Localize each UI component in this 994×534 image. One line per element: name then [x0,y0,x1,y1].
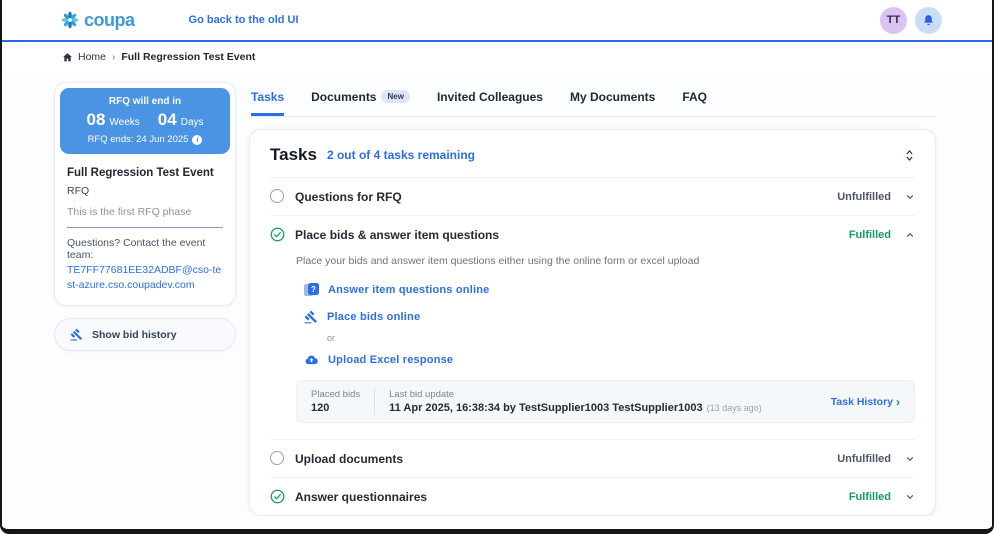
app-window: coupa Go back to the old UI TT Home › Fu… [0,0,994,534]
event-phase-note: This is the first RFQ phase [67,206,192,218]
home-icon [63,52,72,61]
gavel-icon [70,328,83,341]
status-badge: Unfulfilled [837,190,891,203]
chevron-down-icon[interactable] [905,192,915,202]
task-questions-for-rfq[interactable]: Questions for RFQ Unfulfilled [270,178,915,215]
tab-my-documents[interactable]: My Documents [570,84,655,116]
breadcrumb-home-label: Home [78,51,107,63]
status-badge: Unfulfilled [837,452,891,465]
expand-collapse-icon [906,149,913,161]
last-bid-update-label: Last bid update [389,389,455,400]
user-avatar[interactable]: TT [880,6,907,34]
tab-tasks[interactable]: Tasks [251,84,285,116]
status-badge: Fulfilled [848,228,891,241]
gavel-icon [304,310,317,324]
status-badge: Fulfilled [848,490,891,503]
last-bid-update-ago: (13 days ago) [706,403,762,413]
coupa-logo-text: coupa [84,9,135,30]
event-sidebar: RFQ will end in 08 Weeks 04 Days RFQ end… [54,82,236,516]
tab-faq[interactable]: FAQ [682,84,707,116]
question-form-icon: ? [304,283,319,297]
notifications-button[interactable] [915,6,942,34]
show-bid-history-button[interactable]: Show bid history [54,318,236,352]
answer-item-questions-link[interactable]: ? Answer item questions online [304,283,915,297]
task-place-bids[interactable]: Place bids & answer item questions Fulfi… [270,216,915,253]
breadcrumb-current: Full Regression Test Event [121,51,256,63]
task-upload-documents[interactable]: Upload documents Unfulfilled [270,440,915,477]
fulfilled-check-icon [270,489,285,504]
days-value: 04 [157,110,177,129]
unfulfilled-circle-icon [270,189,285,204]
cloud-upload-icon [305,355,318,365]
countdown-heading: RFQ will end in [108,96,182,107]
place-bids-online-link[interactable]: Place bids online [304,310,915,324]
divider [374,388,376,415]
countdown-values: 08 Weeks 04 Days [64,110,226,130]
event-type: RFQ [67,185,90,197]
event-name: Full Regression Test Event [67,167,214,179]
info-icon[interactable]: i [192,134,203,145]
upload-excel-response-link[interactable]: Upload Excel response [304,353,915,367]
task-history-link[interactable]: Task History › [831,396,900,408]
weeks-value: 08 [86,110,106,129]
expand-collapse-all-button[interactable] [904,149,915,162]
placed-bids-value: 120 [311,402,330,414]
rfq-countdown-banner: RFQ will end in 08 Weeks 04 Days RFQ end… [60,88,230,154]
tab-invited-colleagues[interactable]: Invited Colleagues [437,84,543,116]
breadcrumb-home[interactable]: Home [62,51,106,63]
new-badge: New [381,89,410,103]
weeks-unit: Weeks [109,117,140,128]
placed-bids-label: Placed bids [311,389,361,400]
chevron-right-icon: › [896,394,900,409]
task-row: Questions for RFQ Unfulfilled [270,177,915,215]
bell-icon [924,14,933,25]
tasks-panel: Tasks 2 out of 4 tasks remaining Questio… [249,129,936,516]
bid-summary-box: Placed bids 120 Last bid update 11 Apr 2… [296,380,915,423]
back-to-old-ui-link[interactable]: Go back to the old UI [189,14,299,26]
chevron-down-icon[interactable] [905,454,915,464]
contact-email-link[interactable]: TE7FF77681EE32ADBF@cso-test-azure.cso.co… [67,263,223,293]
task-answer-questionnaires[interactable]: Answer questionnaires Fulfilled [270,478,915,515]
event-tabs: Tasks Documents New Invited Colleagues M… [249,82,936,117]
coupa-flower-icon [61,11,79,29]
last-bid-update-value: 11 Apr 2025, 16:38:34 by TestSupplier100… [389,402,703,414]
task-row: Place bids & answer item questions Fulfi… [270,215,915,439]
chevron-up-icon[interactable] [905,230,915,240]
divider [67,227,223,228]
page-footer: coupa © 2006–2025 Coupa Software Incorpo… [2,516,992,529]
days-unit: Days [180,117,204,128]
task-description: Place your bids and answer item question… [296,255,700,267]
chevron-down-icon[interactable] [905,492,915,502]
event-summary-card: RFQ will end in 08 Weeks 04 Days RFQ end… [54,82,236,307]
tasks-panel-title: Tasks [270,145,317,164]
unfulfilled-circle-icon [270,451,285,466]
task-row: Upload documents Unfulfilled [270,439,915,477]
tab-documents[interactable]: Documents New [311,84,410,116]
breadcrumb: Home › Full Regression Test Event [2,42,992,72]
fulfilled-check-icon [270,227,285,242]
rfq-ends-label: RFQ ends: 24 Jun 2025 [87,134,189,145]
task-row: Answer questionnaires Fulfilled [270,477,915,515]
tasks-progress-label: 2 out of 4 tasks remaining [326,148,475,162]
breadcrumb-separator: › [112,51,116,63]
coupa-logo[interactable]: coupa [60,10,135,31]
top-header: coupa Go back to the old UI TT [2,0,992,42]
show-bid-history-label: Show bid history [92,328,177,341]
or-label: or [327,333,336,343]
contact-team-label: Questions? Contact the event team: [67,237,206,261]
